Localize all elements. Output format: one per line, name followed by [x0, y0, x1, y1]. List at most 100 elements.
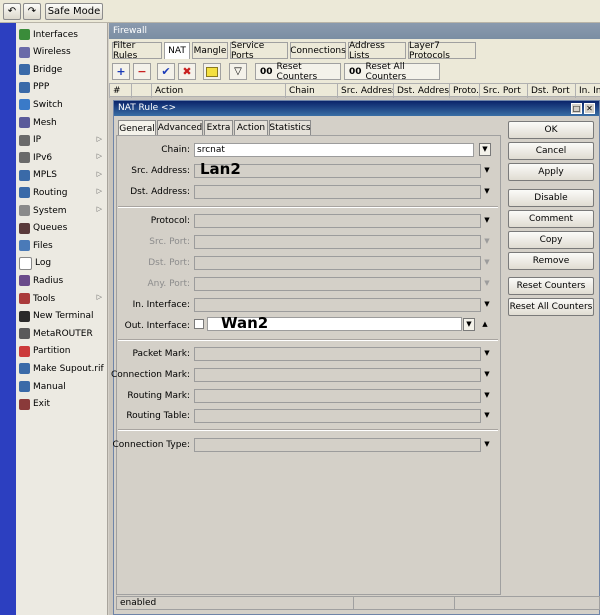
out-interface-collapse-icon[interactable]: ▲ — [480, 320, 490, 328]
sidebar-item-manual[interactable]: Manual — [16, 378, 108, 395]
tab-nat[interactable]: NAT — [164, 42, 190, 59]
disable-x-icon[interactable]: ✖ — [178, 63, 196, 80]
column-header[interactable]: Dst. Address — [393, 84, 449, 98]
sidebar-item-partition[interactable]: Partition — [16, 343, 108, 360]
dst-address-input[interactable] — [194, 185, 481, 199]
tab-service-ports[interactable]: Service Ports — [230, 41, 288, 61]
sidebar-item-files[interactable]: Files — [16, 237, 108, 254]
dialog-tab-general[interactable]: General — [118, 120, 156, 136]
tab-address-lists[interactable]: Address Lists — [348, 41, 406, 61]
sidebar-item-wireless[interactable]: Wireless — [16, 44, 108, 61]
protocol-dropdown-icon[interactable]: ▼ — [482, 216, 492, 224]
out-interface-dropdown-icon[interactable]: ▼ — [463, 318, 475, 331]
chain-dropdown-icon[interactable]: ▼ — [479, 143, 491, 156]
tab-connections[interactable]: Connections — [290, 42, 346, 59]
dialog-tab-action[interactable]: Action — [234, 120, 268, 136]
firewall-tabs: Filter Rules NAT Mangle Service Ports Connec… — [109, 39, 600, 61]
chain-input[interactable]: srcnat — [194, 143, 474, 157]
sidebar-item-tools[interactable]: Tools ▷ — [16, 290, 108, 307]
connection-type-dropdown-icon[interactable]: ▼ — [482, 440, 492, 448]
cancel-button[interactable]: Cancel — [508, 142, 594, 160]
sidebar-item-new-terminal[interactable]: New Terminal — [16, 308, 108, 325]
column-header[interactable]: In. In — [575, 84, 600, 98]
sidebar-item-system[interactable]: System ▷ — [16, 202, 108, 219]
enable-check-icon[interactable]: ✔ — [157, 63, 175, 80]
routing-mark-input[interactable] — [194, 389, 481, 403]
undo-icon[interactable]: ↶ — [3, 3, 21, 20]
disable-button[interactable]: Disable — [508, 189, 594, 207]
dialog-tab-extra[interactable]: Extra — [204, 120, 233, 136]
connection-mark-dropdown-icon[interactable]: ▼ — [482, 370, 492, 378]
connection-mark-input[interactable] — [194, 368, 481, 382]
remove-button[interactable]: Remove — [508, 252, 594, 270]
status-bar: enabled — [116, 596, 600, 610]
tab-layer7-protocols[interactable]: Layer7 Protocols — [408, 41, 476, 61]
reset-all-counters-dialog-button[interactable]: Reset All Counters — [508, 298, 594, 316]
column-header[interactable] — [131, 84, 151, 98]
column-header[interactable]: Proto... — [449, 84, 479, 98]
tab-mangle[interactable]: Mangle — [192, 42, 228, 59]
partition-icon — [19, 345, 30, 357]
remove-icon[interactable]: − — [133, 63, 151, 80]
column-header[interactable]: Src. Address — [337, 84, 393, 98]
sidebar-item-exit[interactable]: Exit — [16, 396, 108, 413]
firewall-toolbar: + − ✔ ✖ ▽ 00 Reset Counters 00 Reset All C… — [109, 60, 600, 83]
sidebar-item-mesh[interactable]: Mesh — [16, 114, 108, 131]
comment-button[interactable]: Comment — [508, 210, 594, 228]
sidebar-item-ipv6[interactable]: IPv6 ▷ — [16, 149, 108, 166]
src-address-dropdown-icon[interactable]: ▼ — [482, 166, 492, 174]
comment-note-icon[interactable] — [203, 63, 221, 80]
connection-type-label: Connection Type: — [112, 440, 191, 450]
tab-filter-rules[interactable]: Filter Rules — [112, 41, 162, 61]
dialog-tab-advanced[interactable]: Advanced — [157, 120, 203, 136]
close-icon[interactable]: ✕ — [584, 103, 595, 114]
routing-table-input[interactable] — [194, 409, 481, 423]
sidebar-item-radius[interactable]: Radius — [16, 272, 108, 289]
protocol-input[interactable] — [194, 214, 481, 228]
sidebar-item-label: Interfaces — [33, 29, 78, 40]
column-header[interactable]: Chain — [285, 84, 337, 98]
routing-table-dropdown-icon[interactable]: ▼ — [482, 411, 492, 419]
sidebar-item-metarouter[interactable]: MetaROUTER — [16, 325, 108, 342]
in-interface-input[interactable] — [194, 298, 481, 312]
connection-type-input[interactable] — [194, 438, 481, 452]
in-interface-dropdown-icon[interactable]: ▼ — [482, 300, 492, 308]
copy-button[interactable]: Copy — [508, 231, 594, 249]
ok-button[interactable]: OK — [508, 121, 594, 139]
packet-mark-input[interactable] — [194, 347, 481, 361]
sidebar-item-interfaces[interactable]: Interfaces — [16, 26, 108, 43]
maximize-icon[interactable]: □ — [571, 103, 582, 114]
column-header[interactable]: # — [109, 84, 131, 98]
sidebar-item-log[interactable]: Log — [16, 255, 108, 272]
column-header[interactable]: Action — [151, 84, 285, 98]
dialog-tab-statistics[interactable]: Statistics — [269, 120, 311, 136]
separator — [118, 429, 498, 431]
reset-counters-button[interactable]: 00 Reset Counters — [255, 62, 341, 82]
reset-counters-dialog-button[interactable]: Reset Counters — [508, 277, 594, 295]
sidebar-item-mpls[interactable]: MPLS ▷ — [16, 167, 108, 184]
sidebar-item-make-supout-rif[interactable]: Make Supout.rif — [16, 360, 108, 377]
add-icon[interactable]: + — [112, 63, 130, 80]
reset-all-counters-button[interactable]: 00 Reset All Counters — [344, 62, 440, 82]
sidebar-item-ip[interactable]: IP ▷ — [16, 132, 108, 149]
dst-address-dropdown-icon[interactable]: ▼ — [482, 187, 492, 195]
out-interface-negate-checkbox[interactable] — [194, 319, 204, 329]
safe-mode-button[interactable]: Safe Mode — [45, 3, 103, 20]
packet-mark-dropdown-icon[interactable]: ▼ — [482, 349, 492, 357]
filter-icon[interactable]: ▽ — [229, 63, 247, 80]
redo-icon[interactable]: ↷ — [23, 3, 41, 20]
column-header[interactable]: Src. Port — [479, 84, 527, 98]
column-header[interactable]: Dst. Port — [527, 84, 575, 98]
sidebar-item-routing[interactable]: Routing ▷ — [16, 184, 108, 201]
sidebar-item-queues[interactable]: Queues — [16, 220, 108, 237]
sidebar-item-switch[interactable]: Switch — [16, 96, 108, 113]
queues-icon — [19, 222, 30, 234]
routing-mark-dropdown-icon[interactable]: ▼ — [482, 391, 492, 399]
sidebar-item-ppp[interactable]: PPP — [16, 79, 108, 96]
sidebar-item-label: Tools — [33, 293, 56, 304]
sidebar-item-label: Make Supout.rif — [33, 363, 104, 374]
sidebar-item-bridge[interactable]: Bridge — [16, 61, 108, 78]
connection-mark-label: Connection Mark: — [110, 370, 190, 380]
apply-button[interactable]: Apply — [508, 163, 594, 181]
sidebar-item-label: IPv6 — [33, 152, 53, 163]
